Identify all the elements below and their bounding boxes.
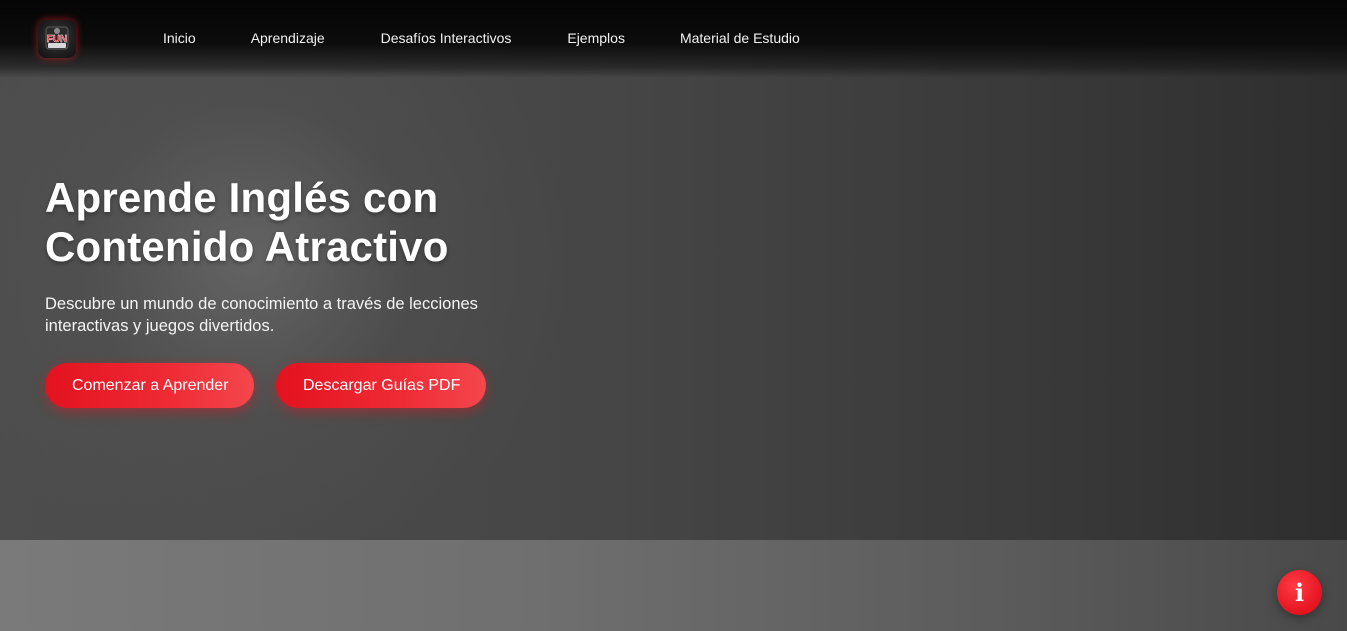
start-learning-button[interactable]: Comenzar a Aprender [45,363,254,408]
hero-section: FUN Inicio Aprendizaje Desafíos Interact… [0,0,1347,540]
nav-link-desafios-interactivos[interactable]: Desafíos Interactivos [381,30,512,47]
nav-links: Inicio Aprendizaje Desafíos Interactivos… [163,30,800,47]
info-icon: i [1294,577,1305,607]
next-section [0,540,1347,631]
nav-link-inicio[interactable]: Inicio [163,30,196,47]
nav-link-aprendizaje[interactable]: Aprendizaje [251,30,325,47]
logo-text: FUN [47,34,68,45]
nav-link-material-de-estudio[interactable]: Material de Estudio [680,30,800,47]
nav-link-ejemplos[interactable]: Ejemplos [567,30,625,47]
hero-buttons: Comenzar a Aprender Descargar Guías PDF [45,363,565,408]
hero-title: Aprende Inglés con Contenido Atractivo [45,174,449,270]
navbar: FUN Inicio Aprendizaje Desafíos Interact… [0,0,1347,78]
logo-graphic: FUN [45,26,69,50]
hero-subtitle: Descubre un mundo de conocimiento a trav… [45,295,478,335]
hero-content: Aprende Inglés con Contenido Atractivo D… [45,173,565,408]
page: FUN Inicio Aprendizaje Desafíos Interact… [0,0,1347,631]
download-pdf-guides-button[interactable]: Descargar Guías PDF [276,363,486,408]
fun-english-logo-icon[interactable]: FUN [38,20,76,58]
info-button[interactable]: i [1277,570,1322,615]
